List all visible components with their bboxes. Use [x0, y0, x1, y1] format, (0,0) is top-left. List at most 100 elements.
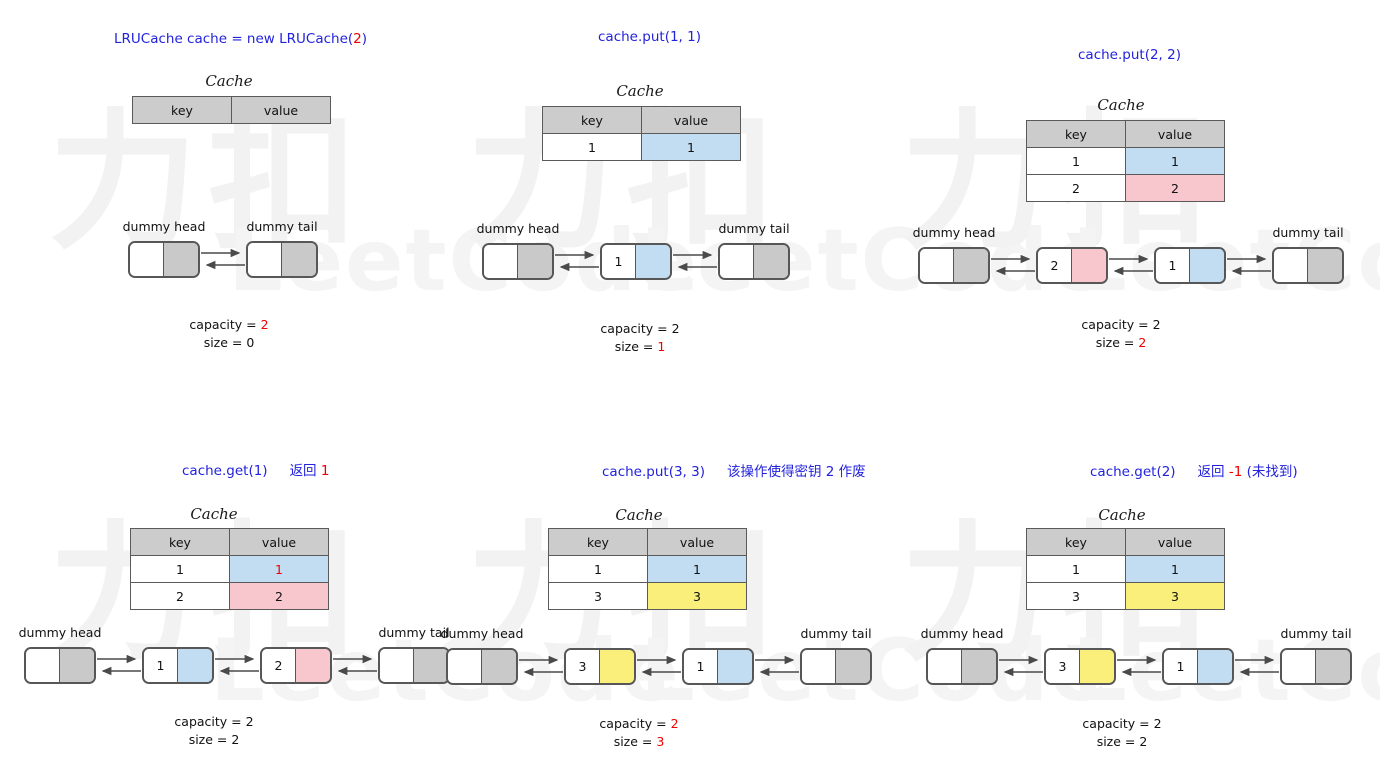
size-label: size = — [188, 732, 232, 747]
cell-key: 1 — [542, 133, 642, 161]
linked-list: dummy head 1 dummy tail — [477, 221, 790, 307]
node-key-half — [1274, 249, 1308, 282]
cache-table-header-row: key value — [548, 528, 747, 556]
size-line: size = 2 — [1081, 334, 1160, 352]
node-value-half — [636, 245, 670, 278]
cell-value: 3 — [1125, 582, 1225, 610]
list-node: 1 — [1162, 648, 1234, 685]
capacity-value: 2 — [1152, 317, 1161, 332]
capacity-size-stats: capacity = 2 size = 2 — [1081, 316, 1160, 352]
capacity-size-stats: capacity = 2 size = 0 — [189, 316, 268, 352]
column-header-key: key — [1026, 528, 1126, 556]
dummy-node — [918, 247, 990, 284]
operation-call: cache.put(1, 1) — [598, 29, 701, 45]
dummy-tail-label: dummy tail — [718, 221, 790, 236]
node-value-half — [1190, 249, 1224, 282]
dummy-head-label: dummy head — [476, 221, 560, 236]
list-node: 3 — [1044, 648, 1116, 685]
node-value-half — [962, 650, 996, 683]
operation-title: cache.put(1, 1) — [598, 29, 701, 45]
node-key-half: 2 — [1038, 249, 1072, 282]
dummy-node — [128, 241, 200, 278]
node-value-half — [1316, 650, 1350, 683]
operation-title: cache.put(3, 3) 该操作使得密钥 2 作废 — [602, 460, 866, 480]
size-line: size = 1 — [600, 338, 679, 356]
dummy-node — [718, 243, 790, 280]
node-key-half — [720, 245, 754, 278]
double-arrow — [518, 652, 564, 682]
operation-title: cache.put(2, 2) — [1078, 47, 1181, 63]
size-value: 0 — [246, 335, 255, 350]
column-header-key: key — [132, 96, 232, 124]
cache-table-row: 11 — [542, 133, 741, 161]
size-label: size = — [1096, 734, 1140, 749]
cache-table-row: 11 — [1026, 555, 1225, 583]
capacity-value: 2 — [1153, 716, 1162, 731]
column-header-value: value — [231, 96, 331, 124]
linked-list: dummy head 1 2 dummy tail — [19, 625, 450, 711]
double-arrow — [1234, 652, 1280, 682]
double-arrow — [990, 251, 1036, 281]
node-value-half — [518, 245, 552, 278]
size-value: 2 — [231, 732, 240, 747]
dummy-node — [482, 243, 554, 280]
operation-note: 该操作使得密钥 2 作废 — [726, 464, 866, 480]
double-arrow — [636, 652, 682, 682]
capacity-label: capacity = — [599, 716, 671, 731]
node-value-half — [296, 649, 330, 682]
list-node: 1 — [142, 647, 214, 684]
cache-table-row: 11 — [548, 555, 747, 583]
cache-table-header-row: key value — [1026, 528, 1225, 556]
cache-caption: Cache — [616, 82, 664, 100]
node-key-half: 1 — [684, 650, 718, 683]
capacity-label: capacity = — [189, 317, 261, 332]
cell-value: 1 — [641, 133, 741, 161]
node-value-half — [718, 650, 752, 683]
capacity-line: capacity = 2 — [1081, 316, 1160, 334]
operation-call-arg: 2 — [353, 31, 362, 47]
capacity-line: capacity = 2 — [600, 320, 679, 338]
capacity-label: capacity = — [174, 714, 246, 729]
linked-list: dummy head dummy tail — [123, 219, 318, 305]
capacity-label: capacity = — [1081, 317, 1153, 332]
size-line: size = 3 — [599, 733, 678, 751]
node-value-half — [60, 649, 94, 682]
node-value-half — [1198, 650, 1232, 683]
dummy-head-label: dummy head — [912, 225, 996, 240]
column-header-value: value — [647, 528, 747, 556]
capacity-size-stats: capacity = 2 size = 2 — [1082, 715, 1161, 751]
column-header-key: key — [542, 106, 642, 134]
column-header-value: value — [641, 106, 741, 134]
node-key-half — [448, 650, 482, 683]
cell-value-highlight: 1 — [275, 561, 283, 577]
capacity-line: capacity = 2 — [174, 713, 253, 731]
dummy-node — [1280, 648, 1352, 685]
cache-caption: Cache — [1097, 96, 1145, 114]
node-value-half — [954, 249, 988, 282]
dummy-tail-label: dummy tail — [246, 219, 318, 234]
dummy-node — [446, 648, 518, 685]
cell-value: 2 — [1125, 174, 1225, 202]
size-label: size = — [1095, 335, 1139, 350]
double-arrow — [96, 651, 142, 681]
cell-key: 3 — [1026, 582, 1126, 610]
node-key-half — [920, 249, 954, 282]
operation-title: cache.get(1) 返回 1 — [182, 459, 329, 479]
list-node: 2 — [260, 647, 332, 684]
operation-call: LRUCache cache = new LRUCache( — [114, 31, 354, 47]
capacity-value: 2 — [670, 716, 679, 731]
dummy-node — [1272, 247, 1344, 284]
node-value-half — [754, 245, 788, 278]
node-value-half — [600, 650, 634, 683]
dummy-node — [378, 647, 450, 684]
node-key-half — [26, 649, 60, 682]
double-arrow — [200, 245, 246, 275]
cache-caption: Cache — [1098, 506, 1146, 524]
double-arrow — [332, 651, 378, 681]
dummy-node — [926, 648, 998, 685]
cell-key: 2 — [1026, 174, 1126, 202]
operation-note: 返回 — [289, 463, 321, 479]
cell-key: 3 — [548, 582, 648, 610]
double-arrow — [672, 247, 718, 277]
cache-table: key value 1 1 — [542, 106, 741, 161]
